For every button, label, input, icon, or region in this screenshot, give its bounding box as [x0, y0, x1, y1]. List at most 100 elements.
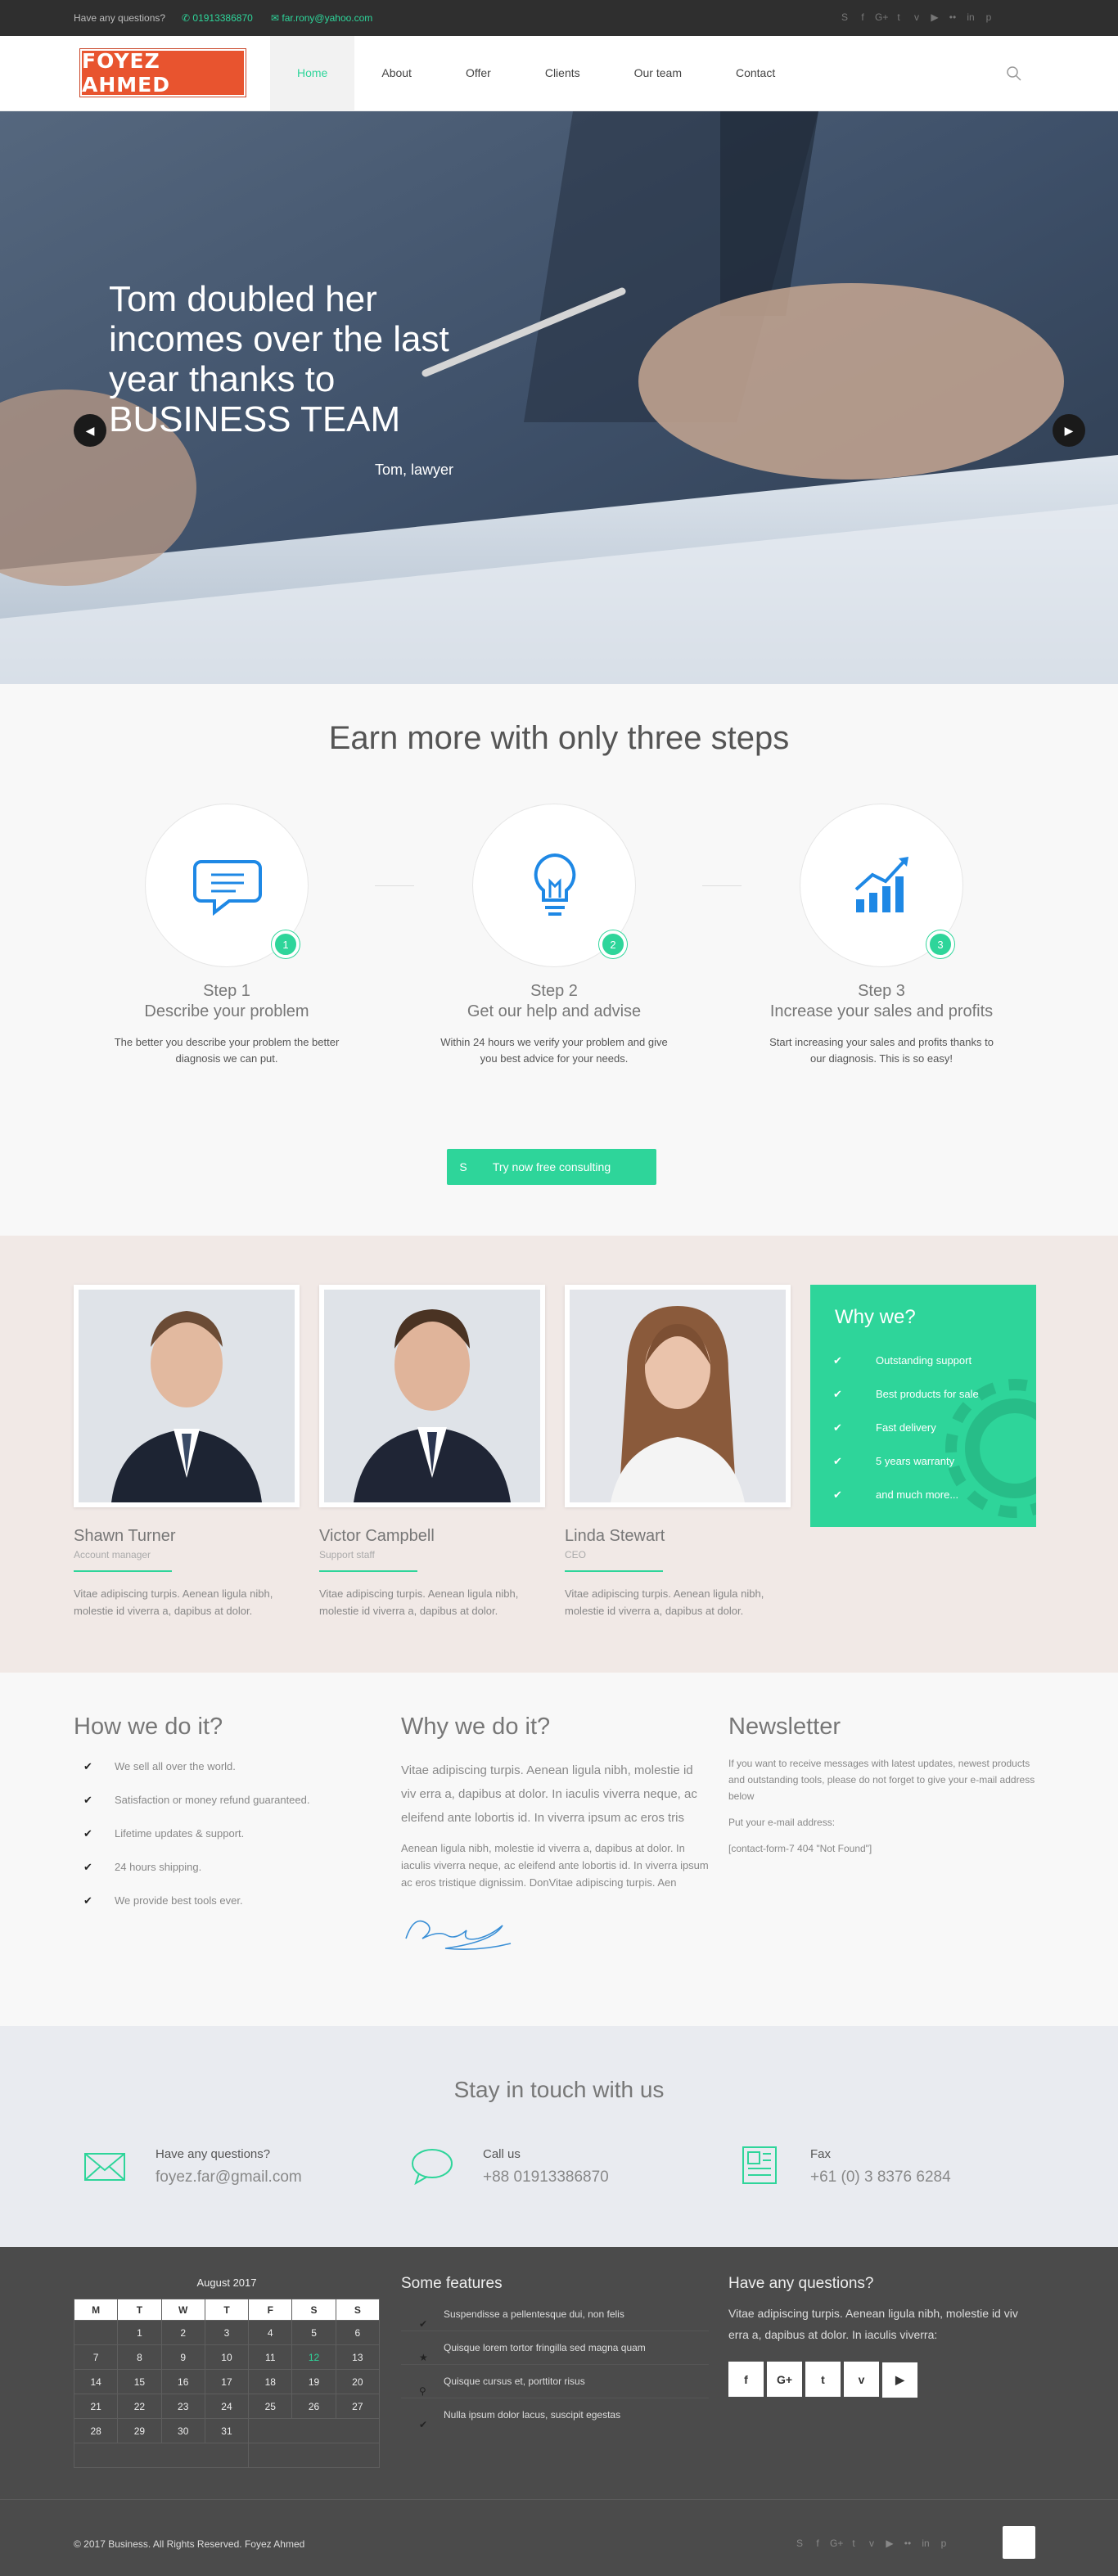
step-divider [375, 885, 414, 886]
contact-label: Fax [810, 2147, 832, 2161]
twitter-icon[interactable]: t [848, 2538, 859, 2549]
how-we-do-it: How we do it? ✔ We sell all over the worl… [74, 1714, 381, 1926]
back-to-top-button[interactable] [1003, 2526, 1035, 2559]
team-member-linda: Linda Stewart CEO Vitae adipiscing turpi… [565, 1285, 791, 1619]
email-link[interactable]: ✉ far.rony@yahoo.com [271, 12, 372, 24]
why-we-do-it: Why we do it? Vitae adipiscing turpis. A… [401, 1714, 709, 1957]
features-title: Some features [401, 2275, 503, 2292]
step-name: Describe your problem [144, 1002, 309, 1020]
calendar-day: 8 [117, 2344, 162, 2370]
calendar-day: 6 [335, 2320, 381, 2345]
youtube-button[interactable]: ▶ [882, 2362, 917, 2398]
contact-value[interactable]: foyez.far@gmail.com [156, 2168, 302, 2186]
linkedin-icon[interactable]: in [920, 2538, 931, 2549]
step-circle: 2 [472, 804, 636, 967]
features-list: ✔ Suspendisse a pellentesque dui, non fel… [401, 2298, 709, 2432]
vimeo-icon[interactable]: v [866, 2538, 877, 2549]
google-plus-icon[interactable]: G+ [830, 2538, 843, 2549]
google-plus-button[interactable]: G+ [767, 2362, 802, 2397]
questions-text: Have any questions? [74, 12, 166, 24]
calendar-day: 25 [248, 2394, 293, 2419]
signature-image [405, 1920, 512, 1950]
step-label: Step 3 [858, 982, 905, 1000]
pinterest-icon[interactable]: p [938, 2538, 949, 2549]
day-header: S [291, 2299, 336, 2321]
phone-link[interactable]: ✆ 01913386870 [182, 12, 253, 24]
step-description: The better you describe your problem the… [114, 1036, 340, 1065]
list-item: ✔ Lifetime updates & support. [74, 1826, 381, 1859]
flickr-icon[interactable]: •• [947, 11, 958, 23]
list-item: ★ Quisque lorem tortor fringilla sed magn… [401, 2331, 709, 2365]
calendar-day: 19 [291, 2369, 336, 2394]
team-member-shawn: Shawn Turner Account manager Vitae adipi… [74, 1285, 300, 1619]
nav-offer[interactable]: Offer [439, 36, 518, 111]
step-name: Get our help and advise [467, 1002, 642, 1020]
pinterest-icon[interactable]: p [983, 11, 994, 23]
slider-prev-button[interactable]: ◀ [74, 414, 106, 447]
nav-contact[interactable]: Contact [709, 36, 802, 111]
calendar-title: August 2017 [196, 2277, 257, 2289]
nav-our-team[interactable]: Our team [607, 36, 709, 111]
site-logo[interactable]: FOYEZ AHMED [79, 48, 246, 97]
copyright-text: © 2017 Business. All Rights Reserved. Fo… [74, 2538, 305, 2550]
calendar-day: 16 [160, 2369, 205, 2394]
slider-next-button[interactable]: ▶ [1053, 414, 1085, 447]
check-icon: ✔ [833, 1421, 842, 1434]
calendar-day: 27 [335, 2394, 381, 2419]
person-photo [354, 1309, 511, 1502]
skype-icon[interactable]: S [839, 11, 850, 23]
list-item: ✔ Best products for sale [810, 1377, 1036, 1411]
vimeo-button[interactable]: v [844, 2362, 879, 2397]
questions-title: Have any questions? [728, 2275, 874, 2292]
linkedin-icon[interactable]: in [965, 11, 976, 23]
site-footer: August 2017 MTWTFSS 123456 7 8 9 10 11 12 13 1… [0, 2247, 1118, 2499]
hero-title: Tom doubled her incomes over the last ye… [109, 279, 449, 439]
facebook-icon[interactable]: f [812, 2538, 823, 2549]
member-role: CEO [565, 1549, 587, 1560]
site-header: FOYEZ AHMED Home About Offer Clients Our… [0, 36, 1118, 111]
skype-icon[interactable]: S [794, 2538, 805, 2549]
search-icon[interactable] [1003, 63, 1025, 84]
flickr-icon[interactable]: •• [902, 2538, 913, 2549]
envelope-icon [84, 2153, 125, 2181]
why-do-title: Why we do it? [401, 1714, 551, 1740]
list-item: ✔ 24 hours shipping. [74, 1859, 381, 1893]
hero-slider: Tom doubled her incomes over the last ye… [0, 111, 1118, 684]
day-header: M [73, 2299, 119, 2321]
check-icon: ✔ [83, 1760, 92, 1772]
check-icon: ✔ [833, 1354, 842, 1367]
calendar-day: 1 [117, 2320, 162, 2345]
step-number-badge: 1 [272, 930, 300, 958]
step-1: 1 Step 1 Describe your problem The bette… [112, 804, 341, 1067]
phone-number[interactable]: 01913386870 [192, 12, 252, 24]
free-consulting-button[interactable]: S Try now free consulting [447, 1149, 656, 1185]
calendar-day: 14 [73, 2369, 119, 2394]
calendar-day: 15 [117, 2369, 162, 2394]
youtube-icon[interactable]: ▶ [884, 2538, 895, 2549]
youtube-icon[interactable]: ▶ [929, 11, 940, 23]
calendar-day-today: 12 [291, 2344, 336, 2370]
why-we-box: Why we? ✔ Outstanding support ✔ Best produ… [810, 1285, 1036, 1527]
list-item: ✔ Satisfaction or money refund guaranteed… [74, 1792, 381, 1826]
facebook-icon[interactable]: f [857, 11, 868, 23]
twitter-button[interactable]: t [805, 2362, 841, 2397]
calendar-day: 23 [160, 2394, 205, 2419]
list-item: ✔ Nulla ipsum dolor lacus, suscipit egest… [401, 2398, 709, 2432]
calendar-day: 3 [204, 2320, 250, 2345]
nav-about[interactable]: About [354, 36, 439, 111]
member-divider [565, 1570, 663, 1572]
nav-home[interactable]: Home [270, 36, 355, 111]
member-name: Shawn Turner [74, 1527, 176, 1545]
step-description: Within 24 hours we verify your problem a… [440, 1036, 668, 1065]
google-plus-icon[interactable]: G+ [875, 11, 888, 23]
calendar-widget: August 2017 MTWTFSS 123456 7 8 9 10 11 12 13 1… [73, 2277, 381, 2468]
vimeo-icon[interactable]: v [911, 11, 922, 23]
facebook-button[interactable]: f [728, 2362, 764, 2397]
calendar-day: 29 [117, 2418, 162, 2443]
touch-title: Stay in touch with us [453, 2077, 665, 2102]
nav-clients[interactable]: Clients [518, 36, 607, 111]
email-address[interactable]: far.rony@yahoo.com [282, 12, 372, 24]
twitter-icon[interactable]: t [893, 11, 904, 23]
contact-value[interactable]: +88 01913386870 [483, 2168, 609, 2186]
member-divider [319, 1570, 417, 1572]
